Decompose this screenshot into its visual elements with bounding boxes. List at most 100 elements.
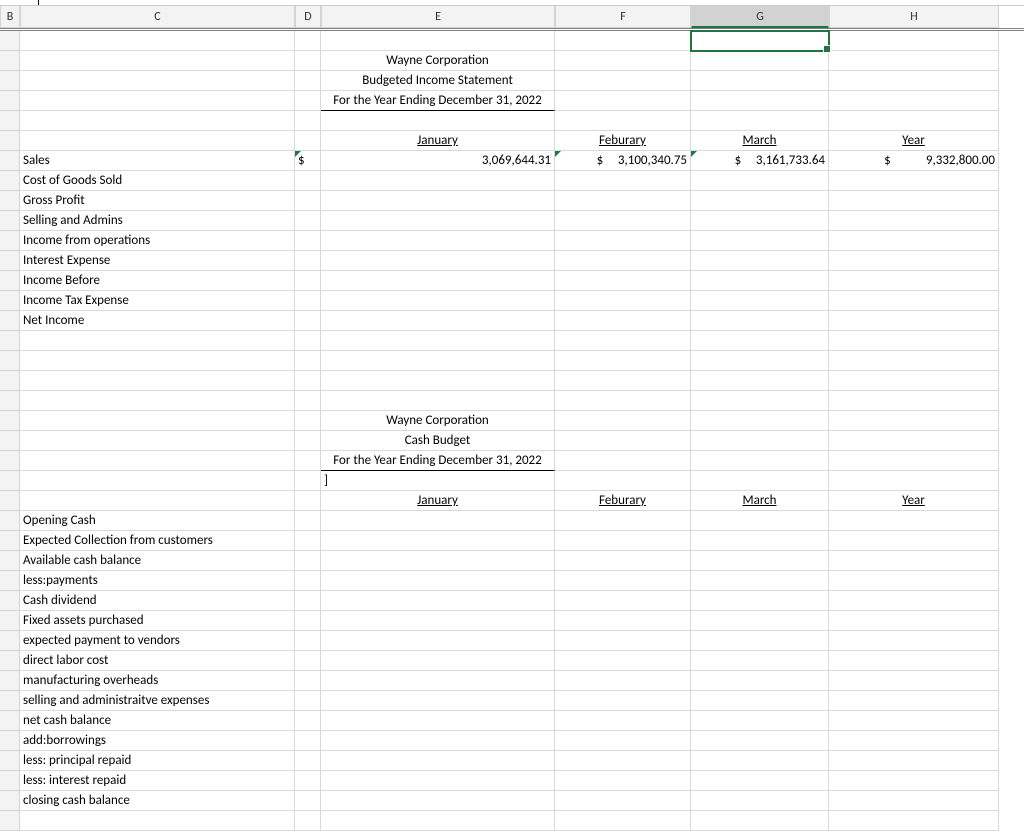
cell[interactable] [20,411,295,431]
cell[interactable] [829,91,999,111]
cell[interactable] [555,391,691,411]
title-company[interactable]: Wayne Corporation [321,51,555,71]
cell[interactable] [829,631,999,651]
cell[interactable] [295,631,321,651]
cell[interactable] [691,371,829,391]
spreadsheet-grid[interactable]: Wayne CorporationBudgeted Income Stateme… [0,28,1024,831]
cell[interactable] [295,131,321,151]
row-income-tax-expense[interactable]: Income Tax Expense [20,291,295,311]
cell[interactable] [555,171,691,191]
cell[interactable] [20,451,295,471]
sales-jan[interactable]: 3,069,644.31 [321,151,555,171]
cell[interactable] [691,251,829,271]
cell[interactable] [295,311,321,331]
cell[interactable] [20,351,295,371]
cell[interactable] [321,171,555,191]
cell[interactable] [321,771,555,791]
cell[interactable] [20,491,295,511]
cell[interactable] [0,591,20,611]
cell[interactable] [691,451,829,471]
cell[interactable] [321,651,555,671]
cell[interactable] [555,651,691,671]
cell[interactable] [555,451,691,471]
cell[interactable] [0,751,20,771]
cell[interactable] [691,211,829,231]
cell[interactable] [555,591,691,611]
cell[interactable] [829,791,999,811]
row-less-interest-repaid[interactable]: less: interest repaid [20,771,295,791]
cell[interactable] [829,671,999,691]
cell[interactable] [829,271,999,291]
cell[interactable] [321,391,555,411]
cell[interactable] [829,311,999,331]
cell[interactable] [295,491,321,511]
cell[interactable] [295,751,321,771]
cell[interactable] [295,71,321,91]
cell[interactable] [829,111,999,131]
cell[interactable] [0,291,20,311]
cell[interactable] [829,391,999,411]
cell[interactable] [829,351,999,371]
cell[interactable] [295,191,321,211]
cell[interactable] [0,791,20,811]
cell[interactable] [555,431,691,451]
row-selling-and-admins[interactable]: Selling and Admins [20,211,295,231]
cell[interactable] [295,551,321,571]
cell[interactable] [295,431,321,451]
cell[interactable] [555,471,691,491]
selected-cell[interactable] [691,31,829,51]
row-net-cash-balance[interactable]: net cash balance [20,711,295,731]
cell[interactable] [691,671,829,691]
cell[interactable] [295,31,321,51]
cell[interactable] [0,391,20,411]
cell[interactable] [321,811,555,831]
row-cost-of-goods-sold[interactable]: Cost of Goods Sold [20,171,295,191]
header2-march[interactable]: March [691,491,829,511]
row-fixed-assets-purchased[interactable]: Fixed assets purchased [20,611,295,631]
cell[interactable] [0,511,20,531]
cell[interactable] [691,751,829,771]
cell[interactable] [0,411,20,431]
header-year[interactable]: Year [829,131,999,151]
cell[interactable] [295,811,321,831]
row-available-cash-balance[interactable]: Available cash balance [20,551,295,571]
cell[interactable] [829,731,999,751]
cell[interactable] [0,171,20,191]
cell[interactable] [295,791,321,811]
cell[interactable] [0,191,20,211]
cell[interactable] [321,211,555,231]
cell[interactable] [0,571,20,591]
cell[interactable] [555,331,691,351]
title-report[interactable]: Budgeted Income Statement [321,71,555,91]
cell[interactable] [20,91,295,111]
cell[interactable] [691,691,829,711]
cell[interactable] [0,71,20,91]
cell[interactable] [0,671,20,691]
row-opening-cash[interactable]: Opening Cash [20,511,295,531]
cell[interactable] [295,771,321,791]
cell[interactable] [829,51,999,71]
cell[interactable] [321,791,555,811]
cell[interactable] [0,711,20,731]
cell[interactable] [691,731,829,751]
cell[interactable] [691,711,829,731]
header2-february[interactable]: Feburary [555,491,691,511]
cell[interactable] [555,291,691,311]
cell[interactable] [829,371,999,391]
cell[interactable] [691,411,829,431]
header-february[interactable]: Feburary [555,131,691,151]
cell[interactable] [295,471,321,491]
cell[interactable] [295,611,321,631]
cell[interactable] [0,531,20,551]
cell[interactable] [555,611,691,631]
cell[interactable] [295,451,321,471]
row-closing-cash-balance[interactable]: closing cash balance [20,791,295,811]
cell[interactable] [555,51,691,71]
cell[interactable] [0,631,20,651]
cell[interactable] [295,391,321,411]
cell[interactable] [555,811,691,831]
cell[interactable] [295,651,321,671]
cell[interactable] [829,751,999,771]
title-period[interactable]: For the Year Ending December 31, 2022 [321,91,555,111]
row-direct-labor-cost[interactable]: direct labor cost [20,651,295,671]
